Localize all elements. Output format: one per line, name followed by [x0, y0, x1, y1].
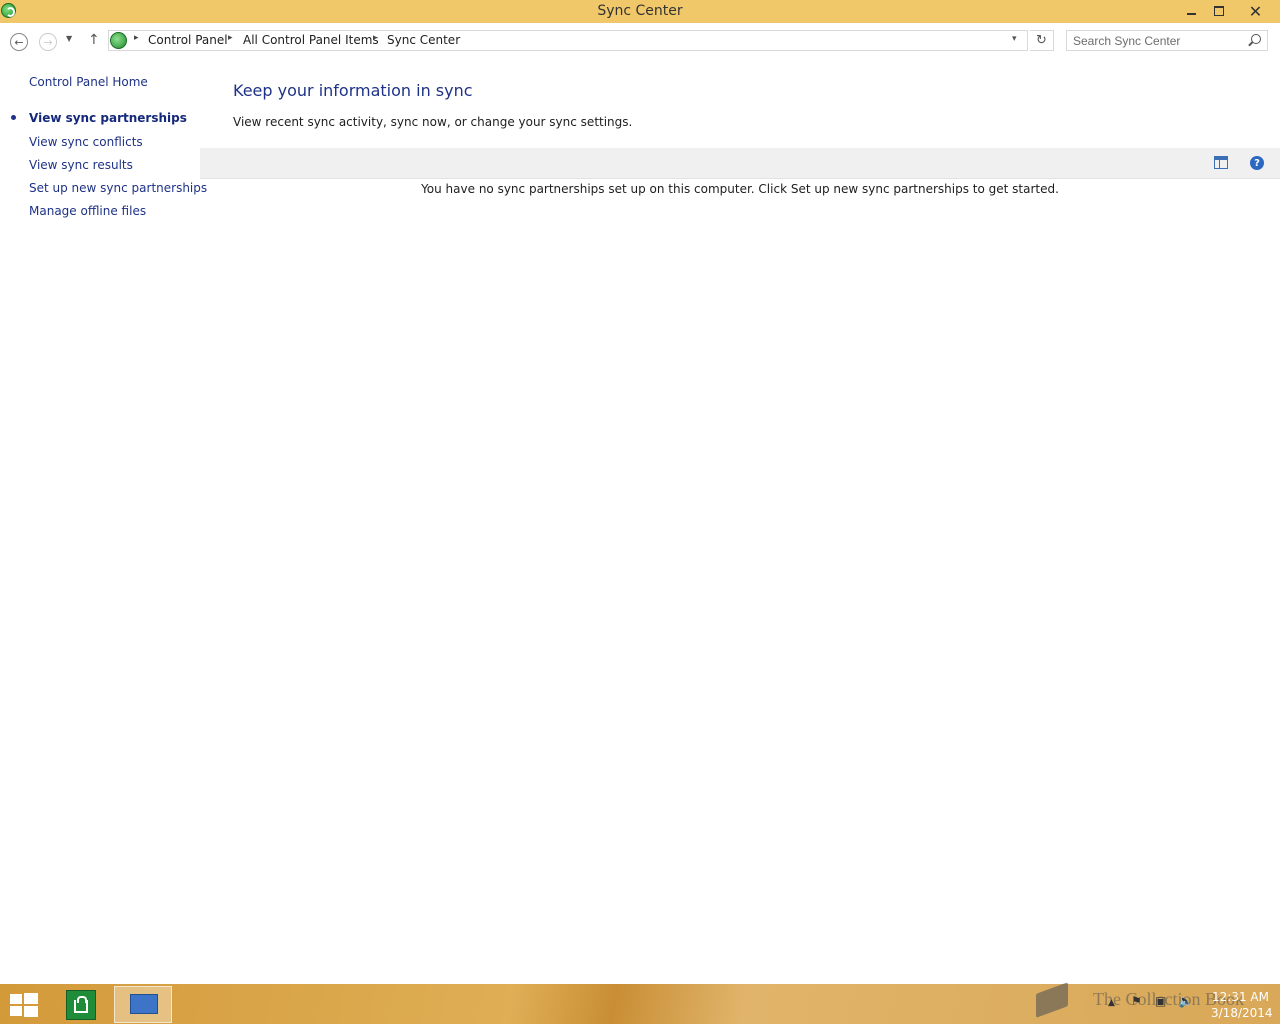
sidebar-item-view-results[interactable]: View sync results	[29, 158, 133, 172]
breadcrumb-sync-center[interactable]: Sync Center	[387, 33, 460, 47]
breadcrumb-separator[interactable]: ▸	[228, 33, 233, 43]
forward-button[interactable]: →	[39, 33, 57, 51]
control-panel-icon[interactable]	[114, 986, 172, 1023]
command-toolbar	[200, 148, 1280, 179]
search-icon[interactable]	[1251, 34, 1261, 44]
sidebar-item-view-conflicts[interactable]: View sync conflicts	[29, 135, 143, 149]
network-icon[interactable]: ▣	[1155, 994, 1166, 1008]
start-logo-pane	[24, 993, 38, 1004]
active-bullet	[11, 115, 16, 120]
close-button[interactable]: ✕	[1233, 0, 1278, 22]
refresh-button[interactable]: ↻	[1030, 30, 1054, 51]
sidebar-item-setup-partnerships[interactable]: Set up new sync partnerships	[29, 181, 207, 195]
breadcrumb-separator[interactable]: ▸	[134, 33, 139, 43]
book-icon	[1030, 978, 1078, 1018]
breadcrumb-separator[interactable]: ▸	[373, 33, 378, 43]
minimize-icon	[1187, 13, 1196, 15]
restore-icon	[1214, 6, 1224, 16]
windows-start-icon[interactable]	[10, 993, 38, 1017]
start-logo-pane	[10, 994, 22, 1004]
breadcrumb-control-panel[interactable]: Control Panel	[148, 33, 228, 47]
control-panel-window-glyph	[130, 994, 158, 1014]
sidebar-item-view-partnerships[interactable]: View sync partnerships	[29, 111, 187, 125]
search-box[interactable]	[1066, 30, 1268, 51]
store-icon[interactable]	[66, 990, 96, 1020]
start-logo-pane	[24, 1006, 38, 1017]
address-dropdown-button[interactable]: ▾	[1012, 34, 1017, 44]
book-shape	[1036, 982, 1068, 1018]
flag-icon[interactable]: ⚑	[1131, 994, 1142, 1008]
sidebar-item-manage-offline-files[interactable]: Manage offline files	[29, 204, 146, 218]
start-logo-pane	[10, 1006, 22, 1016]
layout-icon[interactable]	[1214, 156, 1228, 169]
sync-center-icon	[110, 32, 127, 49]
restore-button[interactable]	[1206, 0, 1232, 22]
page-title: Keep your information in sync	[233, 81, 473, 100]
control-panel-home-link[interactable]: Control Panel Home	[29, 75, 148, 89]
empty-state-message: You have no sync partnerships set up on …	[421, 182, 1059, 196]
clock-time[interactable]: 12:31 AM	[1212, 990, 1269, 1004]
taskbar	[0, 984, 1280, 1024]
back-button[interactable]: ←	[10, 33, 28, 51]
recent-pages-button[interactable]: ▼	[66, 34, 72, 43]
window-title: Sync Center	[597, 3, 683, 19]
minimize-button[interactable]	[1178, 0, 1205, 22]
volume-icon[interactable]: 🔈	[1178, 994, 1193, 1008]
title-bar: Sync Center ✕	[0, 0, 1280, 23]
page-description: View recent sync activity, sync now, or …	[233, 115, 633, 129]
breadcrumb-all-items[interactable]: All Control Panel Items	[243, 33, 379, 47]
up-button[interactable]: ↑	[88, 32, 100, 48]
clock-date[interactable]: 3/18/2014	[1211, 1006, 1273, 1020]
show-hidden-icons-button[interactable]: ▲	[1108, 998, 1115, 1008]
help-icon[interactable]: ?	[1250, 156, 1264, 170]
search-input[interactable]	[1073, 33, 1243, 48]
